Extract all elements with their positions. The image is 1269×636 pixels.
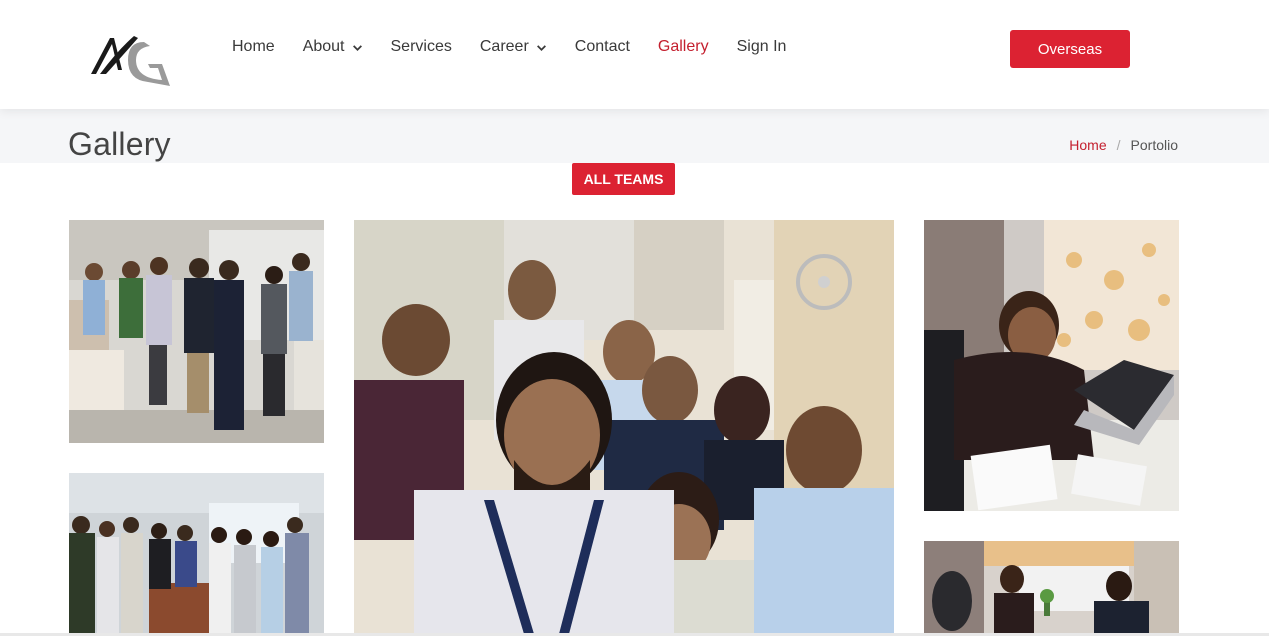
chevron-down-icon [352, 44, 362, 51]
breadcrumb-separator: / [1116, 137, 1121, 153]
main-nav: Home About Services Career Contact Galle… [232, 38, 814, 56]
overseas-button[interactable]: Overseas [1010, 30, 1130, 68]
chevron-down-icon [536, 44, 546, 51]
nav-sign-in-label: Sign In [736, 38, 787, 55]
nav-services-label: Services [390, 38, 452, 55]
nav-services[interactable]: Services [391, 38, 452, 56]
nav-career-label: Career [479, 38, 529, 55]
nav-home-label: Home [232, 38, 275, 55]
nav-sign-in[interactable]: Sign In [737, 38, 787, 56]
nav-about-label: About [302, 38, 345, 55]
site-header: Home About Services Career Contact Galle… [0, 0, 1269, 109]
nav-gallery-label: Gallery [657, 38, 709, 55]
nav-home[interactable]: Home [232, 38, 275, 56]
breadcrumb-current: Portolio [1130, 137, 1178, 153]
nav-career[interactable]: Career [480, 38, 547, 56]
nav-contact-label: Contact [574, 38, 630, 55]
page-title: Gallery [68, 126, 171, 162]
gallery-image-team-group-photo-meeting[interactable] [69, 473, 324, 634]
gallery-image-team-group-photo[interactable] [69, 220, 324, 443]
nav-about[interactable]: About [303, 38, 363, 56]
gallery-image-team-selfie[interactable] [354, 220, 894, 634]
page-title-band [0, 109, 1269, 163]
nav-gallery[interactable]: Gallery [658, 38, 709, 56]
breadcrumb: Home / Portolio [1069, 137, 1178, 153]
gallery-image-man-working-on-laptop[interactable] [924, 220, 1179, 511]
filter-all-teams-button[interactable]: ALL TEAMS [572, 163, 675, 195]
gallery-image-office-desk-meeting[interactable] [924, 541, 1179, 634]
breadcrumb-home-link[interactable]: Home [1069, 137, 1106, 153]
ag-logo-icon[interactable] [88, 30, 176, 88]
nav-contact[interactable]: Contact [575, 38, 630, 56]
